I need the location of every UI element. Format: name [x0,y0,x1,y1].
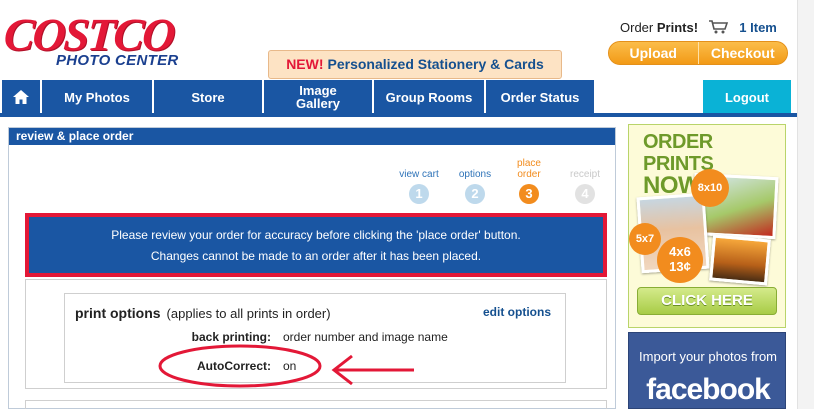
promo-new-tag: NEW! [286,56,324,72]
review-alert: Please review your order for accuracy be… [25,213,607,277]
step-view-cart[interactable]: view cart 1 [396,156,442,204]
option-value: on [283,359,297,373]
cart-item-count: 1 Item [739,20,777,35]
cart-prints-label: Prints! [656,20,699,35]
page: COSTCO PHOTO CENTER NEW! Personalized Sta… [0,0,814,409]
nav-underline [0,113,804,117]
badge-4x6-price: 13¢ [669,259,691,274]
nav-store[interactable]: Store [154,80,262,114]
logo-subtitle: PHOTO CENTER [56,52,179,69]
print-options-box: print options (applies to all prints in o… [64,293,566,383]
logout-button[interactable]: Logout [703,80,791,114]
nav-image-gallery[interactable]: Image Gallery [264,80,372,114]
ad-title-line-1: ORDER PRINTS [643,131,714,175]
option-key: back printing: [191,330,271,344]
facebook-ad-text: Import your photos from [639,349,777,364]
badge-4x6-size: 4x6 [669,244,691,259]
edit-options-link[interactable]: edit options [483,305,551,319]
print-options-note: (applies to all prints in order) [166,306,331,321]
nav-my-photos[interactable]: My Photos [42,80,152,114]
home-icon [13,90,29,104]
next-section-box [25,400,607,409]
badge-4x6: 4x6 13¢ [657,237,703,283]
step-label: options [458,169,492,180]
promo-text: Personalized Stationery & Cards [327,56,544,72]
page-scrollbar[interactable] [797,0,814,409]
option-key: AutoCorrect: [197,359,271,373]
badge-8x10: 8x10 [691,169,729,207]
main-nav: My Photos Store Image Gallery Group Room… [0,80,814,114]
action-button-group: Upload Checkout [608,41,788,65]
facebook-wordmark: facebook [646,373,771,406]
nav-order-status[interactable]: Order Status [486,80,594,114]
checkout-button[interactable]: Checkout [697,42,787,64]
options-section: print options (applies to all prints in o… [25,279,607,389]
upload-button[interactable]: Upload [609,42,698,64]
step-label: place order [517,158,541,180]
cart-prefix: Order [620,20,654,35]
shopping-cart-icon [708,20,728,34]
cart-summary[interactable]: Order Prints! 1 Item [620,20,777,35]
step-number: 4 [575,184,595,204]
step-label: view cart [399,169,439,180]
step-number: 2 [465,184,485,204]
print-options-heading: print options (applies to all prints in o… [75,305,331,321]
costco-logo[interactable]: COSTCO PHOTO CENTER [2,9,194,72]
order-prints-ad[interactable]: ORDER PRINTS NOW 8x10 5x7 4x6 13¢ CLICK … [628,124,786,328]
review-order-panel: review & place order view cart 1 options… [8,127,616,409]
step-number: 1 [409,184,429,204]
print-options-title: print options [75,305,161,321]
nav-home[interactable] [2,80,40,114]
step-label: receipt [569,169,600,180]
step-receipt: receipt 4 [562,156,608,204]
step-options[interactable]: options 2 [452,156,498,204]
panel-title: review & place order [9,128,615,145]
sunset-photo [709,234,771,286]
step-place-order: place order 3 [506,156,552,204]
nav-group-rooms[interactable]: Group Rooms [374,80,484,114]
step-number: 3 [519,184,539,204]
alert-line-1: Please review your order for accuracy be… [111,227,521,242]
alert-line-2: Changes cannot be made to an order after… [150,248,482,263]
promo-banner[interactable]: NEW! Personalized Stationery & Cards [268,50,562,79]
click-here-button[interactable]: CLICK HERE [637,287,777,315]
option-value: order number and image name [283,330,448,344]
facebook-import-ad[interactable]: Import your photos from facebook [628,332,786,409]
